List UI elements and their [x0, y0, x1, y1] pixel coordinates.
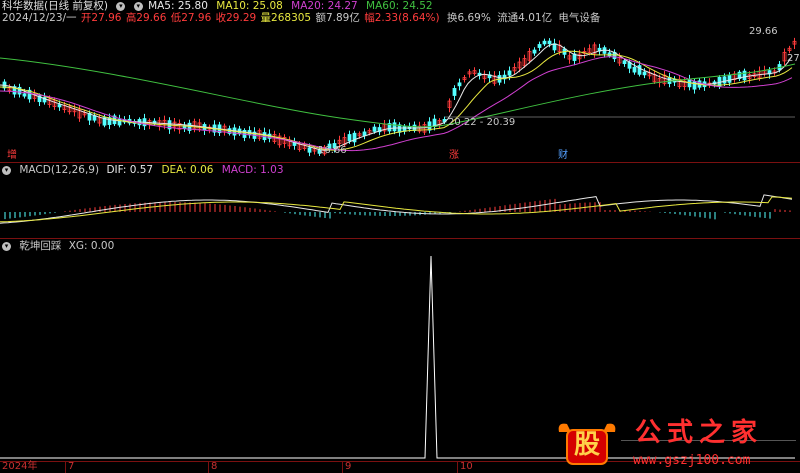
candle-body [722, 76, 727, 84]
range-label: 20.22 - 20.39 [448, 117, 516, 128]
ma5-line [0, 43, 793, 151]
candle-body [622, 60, 627, 65]
indicator-xg: XG: 0.00 [68, 240, 115, 252]
candle-body [347, 134, 352, 142]
event-marker-increase[interactable]: 增 [7, 150, 17, 162]
event-marker-rise[interactable]: 涨 [449, 150, 459, 162]
axis-gridmark [208, 462, 209, 473]
kline-chart-canvas[interactable] [0, 0, 800, 473]
candle-body [307, 147, 312, 153]
candle-body [457, 82, 462, 87]
candle-body [537, 44, 542, 48]
candle-body [727, 74, 732, 83]
candle-body [742, 70, 747, 81]
axis-tick-sep: 9 [345, 461, 352, 472]
candle-body [392, 122, 397, 132]
axis-tick-aug: 8 [211, 461, 218, 472]
watermark-logo-text: 股 [574, 430, 601, 460]
candle-body [632, 66, 637, 73]
candle-body [57, 104, 62, 108]
panel-divider-price [0, 162, 800, 163]
candle-body [452, 88, 457, 96]
indicator-menu-icon[interactable]: ▾ [2, 241, 11, 251]
axis-gridmark [342, 462, 343, 473]
axis-gridmark [65, 462, 66, 473]
candle-body [642, 71, 647, 76]
axis-tick-jul: 7 [68, 461, 75, 472]
macd-header: ▾ MACD(12,26,9) DIF: 0.57 DEA: 0.06 MACD… [2, 164, 289, 177]
axis-tick-year: 2024年 [2, 461, 38, 472]
event-marker-finance[interactable]: 财 [558, 150, 568, 162]
macd-dea-line [0, 196, 793, 223]
macd-menu-icon[interactable]: ▾ [2, 165, 11, 175]
candle-body [22, 93, 27, 97]
price-right-label: 27 [787, 53, 800, 64]
price-low-label: 16.66 [318, 145, 347, 156]
ma20-line [0, 56, 793, 152]
watermark-brand: 公式之家 [635, 418, 764, 448]
indicator-title: 乾坤回踩 [19, 240, 62, 252]
macd-dea: DEA: 0.06 [161, 164, 214, 176]
axis-tick-oct: 10 [460, 461, 473, 472]
macd-value: MACD: 1.03 [221, 164, 284, 176]
panel-divider-macd [0, 238, 800, 239]
candle-body [372, 126, 377, 132]
macd-dif: DIF: 0.57 [106, 164, 154, 176]
indicator-header: ▾ 乾坤回踩 XG: 0.00 [2, 240, 119, 253]
macd-dif-line [0, 194, 793, 224]
candle-body [507, 70, 512, 76]
price-high-label: 29.66 [749, 26, 778, 37]
ma10-line [0, 50, 793, 151]
axis-gridmark [457, 462, 458, 473]
macd-title: MACD(12,26,9) [19, 164, 100, 176]
candle-body [547, 40, 552, 45]
candle-body [542, 40, 547, 45]
watermark-url: www.gszj100.com [633, 453, 751, 468]
watermark: 股 公式之家 www.gszj100.com [555, 418, 800, 473]
candle-body [427, 121, 432, 131]
candle-body [637, 65, 642, 75]
candle-body [532, 49, 537, 54]
candle-body [362, 131, 367, 137]
